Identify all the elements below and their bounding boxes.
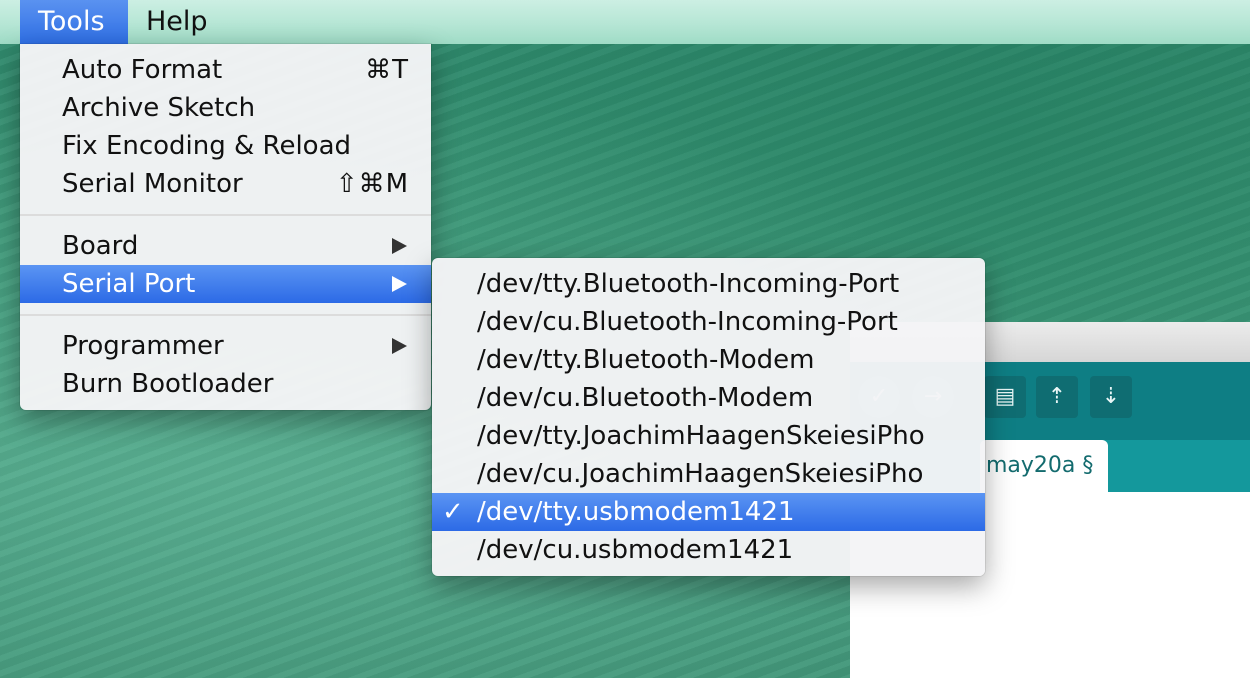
- menu-tools[interactable]: Tools: [20, 0, 128, 44]
- submenu-arrow-icon: [392, 276, 407, 292]
- menu-item-label: Burn Bootloader: [62, 369, 274, 399]
- tools-menu: Auto Format ⌘T Archive Sketch Fix Encodi…: [20, 44, 431, 410]
- new-icon[interactable]: ▤: [984, 376, 1026, 418]
- menu-item-label: Archive Sketch: [62, 93, 256, 123]
- submenu-arrow-icon: [392, 338, 407, 354]
- serial-port-label: /dev/tty.JoachimHaagenSkeiesiPho: [477, 421, 925, 451]
- serial-port-item[interactable]: /dev/tty.JoachimHaagenSkeiesiPho: [432, 417, 985, 455]
- menu-item-label: Serial Port: [62, 269, 196, 299]
- menu-help[interactable]: Help: [128, 0, 226, 44]
- serial-port-item[interactable]: /dev/cu.Bluetooth-Incoming-Port: [432, 303, 985, 341]
- menu-separator: [20, 214, 431, 216]
- menu-item-burn-bootloader[interactable]: Burn Bootloader: [20, 365, 431, 403]
- sketch-tab[interactable]: may20a §: [980, 440, 1108, 492]
- submenu-arrow-icon: [392, 238, 407, 254]
- menu-item-label: Programmer: [62, 331, 224, 361]
- serial-port-submenu: /dev/tty.Bluetooth-Incoming-Port /dev/cu…: [432, 258, 985, 576]
- serial-port-label: /dev/tty.Bluetooth-Incoming-Port: [477, 269, 900, 299]
- menu-item-board[interactable]: Board: [20, 227, 431, 265]
- save-icon[interactable]: ⇣: [1090, 376, 1132, 418]
- menu-separator: [20, 314, 431, 316]
- serial-port-label: /dev/cu.JoachimHaagenSkeiesiPho: [477, 459, 924, 489]
- serial-port-label: /dev/cu.usbmodem1421: [477, 535, 794, 565]
- menu-bar: Tools Help: [0, 0, 1250, 44]
- menu-item-label: Serial Monitor: [62, 169, 243, 199]
- menu-item-shortcut: ⌘T: [365, 55, 409, 85]
- serial-port-item[interactable]: /dev/cu.usbmodem1421: [432, 531, 985, 569]
- menu-item-shortcut: ⇧⌘M: [335, 169, 409, 199]
- menu-item-label: Fix Encoding & Reload: [62, 131, 352, 161]
- menu-item-fix-encoding[interactable]: Fix Encoding & Reload: [20, 127, 431, 165]
- serial-port-item[interactable]: /dev/cu.Bluetooth-Modem: [432, 379, 985, 417]
- serial-port-label: /dev/cu.Bluetooth-Modem: [477, 383, 814, 413]
- menu-item-auto-format[interactable]: Auto Format ⌘T: [20, 51, 431, 89]
- serial-port-label: /dev/cu.Bluetooth-Incoming-Port: [477, 307, 898, 337]
- open-icon[interactable]: ⇡: [1036, 376, 1078, 418]
- menu-item-archive-sketch[interactable]: Archive Sketch: [20, 89, 431, 127]
- menu-item-label: Board: [62, 231, 139, 261]
- serial-port-label: /dev/tty.usbmodem1421: [477, 497, 795, 527]
- menu-item-serial-monitor[interactable]: Serial Monitor ⇧⌘M: [20, 165, 431, 203]
- serial-port-item[interactable]: /dev/cu.JoachimHaagenSkeiesiPho: [432, 455, 985, 493]
- serial-port-item[interactable]: /dev/tty.Bluetooth-Incoming-Port: [432, 265, 985, 303]
- menu-item-programmer[interactable]: Programmer: [20, 327, 431, 365]
- menu-item-serial-port[interactable]: Serial Port: [20, 265, 431, 303]
- serial-port-label: /dev/tty.Bluetooth-Modem: [477, 345, 815, 375]
- checkmark-icon: ✓: [442, 497, 464, 527]
- serial-port-item-selected[interactable]: ✓ /dev/tty.usbmodem1421: [432, 493, 985, 531]
- menu-item-label: Auto Format: [62, 55, 223, 85]
- serial-port-item[interactable]: /dev/tty.Bluetooth-Modem: [432, 341, 985, 379]
